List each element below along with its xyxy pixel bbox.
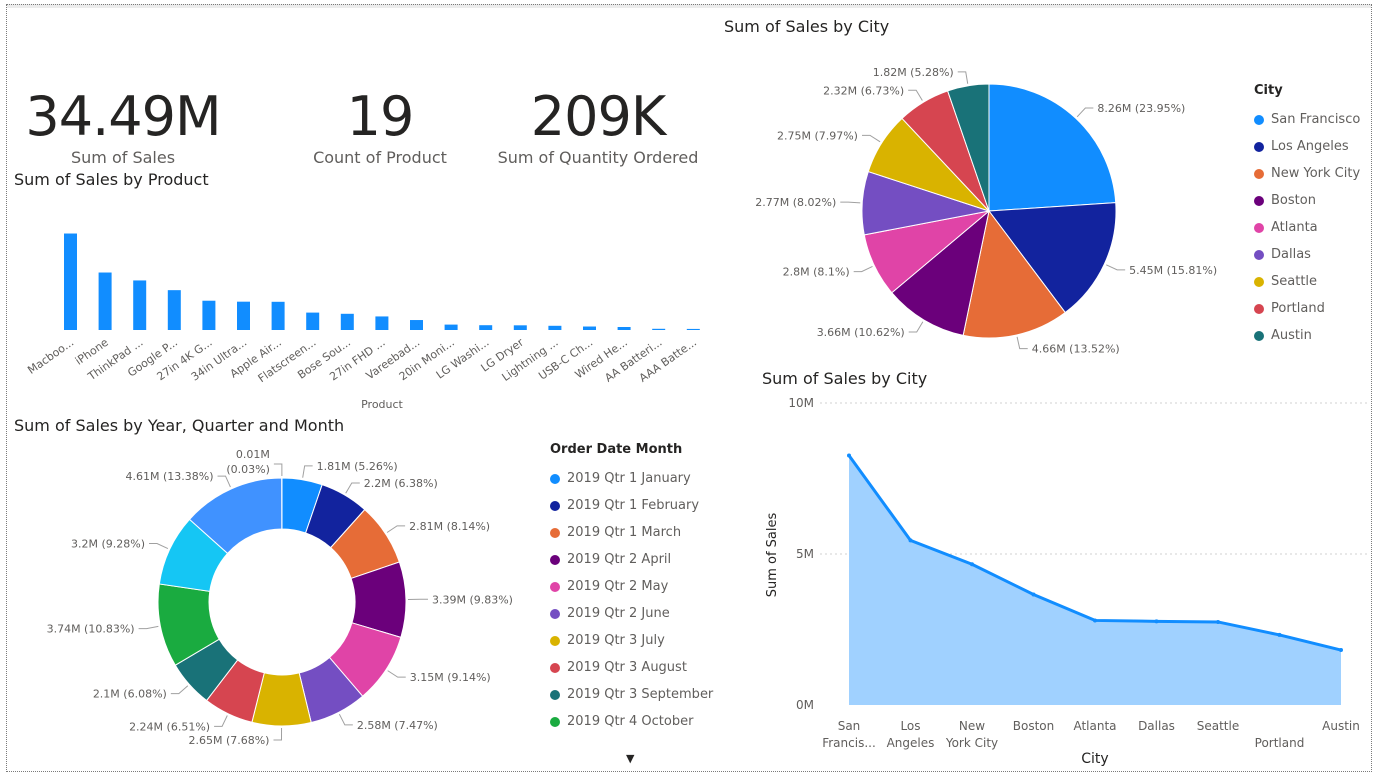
- x-tick-label: Portland: [1255, 736, 1305, 750]
- month-donut-data-label: 2.1M (6.08%): [93, 688, 167, 701]
- bar-5[interactable]: [202, 300, 216, 330]
- bar-4[interactable]: [167, 290, 181, 330]
- month-donut-data-label: 2.81M (8.14%): [409, 520, 490, 533]
- x-tick-label: Angeles: [887, 736, 935, 750]
- data-point[interactable]: [1154, 619, 1159, 624]
- city-pie-data-label: 2.8M (8.1%): [783, 266, 850, 279]
- city-pie-data-label: 1.82M (5.28%): [873, 66, 954, 79]
- month-donut-leader-line: [170, 685, 189, 695]
- data-point[interactable]: [1339, 648, 1343, 653]
- city-pie-leader-line: [1076, 107, 1094, 118]
- y-tick-label: 10M: [788, 396, 814, 410]
- y-tick-label: 5M: [796, 547, 814, 561]
- x-tick-label: Seattle: [1197, 719, 1239, 733]
- city-pie-leader-line: [853, 265, 873, 273]
- city-pie-leader-line: [1016, 336, 1028, 350]
- month-donut-leader-line: [138, 625, 159, 630]
- bar-13[interactable]: [479, 325, 493, 330]
- month-donut-leader-line: [338, 713, 353, 726]
- data-point[interactable]: [1093, 618, 1097, 623]
- city-pie-data-label: 5.45M (15.81%): [1129, 264, 1217, 277]
- month-donut-data-label: 2.65M (7.68%): [188, 734, 269, 747]
- x-axis-title: Product: [361, 398, 403, 411]
- city-pie-data-label: 8.26M (23.95%): [1097, 102, 1185, 115]
- bar-8[interactable]: [306, 312, 320, 330]
- bar-18[interactable]: [652, 328, 666, 330]
- data-point[interactable]: [970, 562, 974, 567]
- month-donut-data-label: 0.01M: [236, 448, 270, 461]
- bar-17[interactable]: [617, 327, 631, 330]
- month-donut-data-label: 3.39M (9.83%): [432, 593, 513, 606]
- bar-19[interactable]: [686, 328, 700, 330]
- city-pie-data-label: 2.75M (7.97%): [777, 129, 858, 142]
- month-donut-leader-line: [386, 525, 406, 533]
- month-donut-data-label: 2.58M (7.47%): [357, 719, 438, 732]
- bar-16[interactable]: [583, 326, 596, 330]
- data-point[interactable]: [1277, 632, 1282, 637]
- bar-6[interactable]: [237, 301, 250, 330]
- y-tick-label: 0M: [796, 698, 814, 712]
- bar-11[interactable]: [410, 320, 423, 330]
- bar-1[interactable]: [64, 233, 77, 330]
- month-donut-leader-line: [273, 463, 283, 477]
- city-pie-leader-line: [861, 134, 881, 143]
- x-tick-label: San: [838, 719, 861, 733]
- month-donut-leader-line: [214, 715, 228, 727]
- bar-3[interactable]: [133, 280, 147, 330]
- y-axis-title: Sum of Sales: [765, 513, 780, 598]
- city-pie-data-label: 2.77M (8.02%): [755, 196, 836, 209]
- area-fill: [849, 455, 1341, 705]
- x-tick-label: Dallas: [1138, 719, 1175, 733]
- data-point[interactable]: [1216, 619, 1220, 624]
- city-pie-leader-line: [1106, 264, 1126, 271]
- month-donut-data-label: 3.2M (9.28%): [71, 538, 145, 551]
- city-pie-leader-line: [957, 71, 969, 84]
- month-donut-data-label: 4.61M (13.38%): [125, 470, 213, 483]
- city-pie-leader-line: [908, 89, 923, 101]
- month-donut-leader-line: [387, 670, 406, 678]
- month-donut-data-label: 3.15M (9.14%): [410, 671, 491, 684]
- month-donut-leader-line: [302, 465, 313, 478]
- data-point[interactable]: [908, 538, 913, 543]
- x-tick-label: Boston: [1013, 719, 1054, 733]
- bar-7[interactable]: [271, 301, 285, 330]
- bar-10[interactable]: [375, 316, 389, 330]
- bar-15[interactable]: [548, 325, 562, 330]
- city-pie-leader-line: [840, 201, 861, 204]
- city-pie-data-label: 2.32M (6.73%): [823, 84, 904, 97]
- city-pie-data-label: 4.66M (13.52%): [1032, 343, 1120, 356]
- bar-2[interactable]: [98, 272, 112, 330]
- bar-9[interactable]: [340, 313, 354, 330]
- charts-layer: Macboo...iPhoneThinkPad ...Google P...27…: [25, 66, 1370, 767]
- month-donut-leader-line: [273, 727, 283, 741]
- data-point[interactable]: [847, 453, 851, 458]
- month-donut-data-label: 1.81M (5.26%): [317, 460, 398, 473]
- x-tick-label: Francis...: [822, 736, 876, 750]
- month-donut-leader-line: [345, 482, 360, 494]
- city-pie-data-label: 3.66M (10.62%): [817, 326, 905, 339]
- x-tick-label: New: [959, 719, 985, 733]
- x-tick-label: Austin: [1322, 719, 1360, 733]
- bar-12[interactable]: [444, 324, 458, 330]
- x-tick-label: Los: [900, 719, 920, 733]
- month-donut-data-label: 3.74M (10.83%): [47, 623, 135, 636]
- month-donut-data-label: 2.2M (6.38%): [364, 477, 438, 490]
- month-donut-data-label: 2.24M (6.51%): [129, 720, 210, 733]
- x-tick-label: Macboo...: [25, 336, 76, 377]
- city-pie-leader-line: [908, 321, 924, 333]
- x-tick-label: Atlanta: [1073, 719, 1116, 733]
- x-axis-title: City: [1081, 751, 1108, 767]
- month-donut-leader-line: [149, 543, 169, 550]
- x-tick-label: York City: [945, 736, 998, 750]
- month-donut-data-label: (0.03%): [226, 463, 270, 476]
- bar-14[interactable]: [513, 325, 527, 330]
- month-donut-leader-line: [217, 475, 231, 488]
- data-point[interactable]: [1031, 592, 1036, 597]
